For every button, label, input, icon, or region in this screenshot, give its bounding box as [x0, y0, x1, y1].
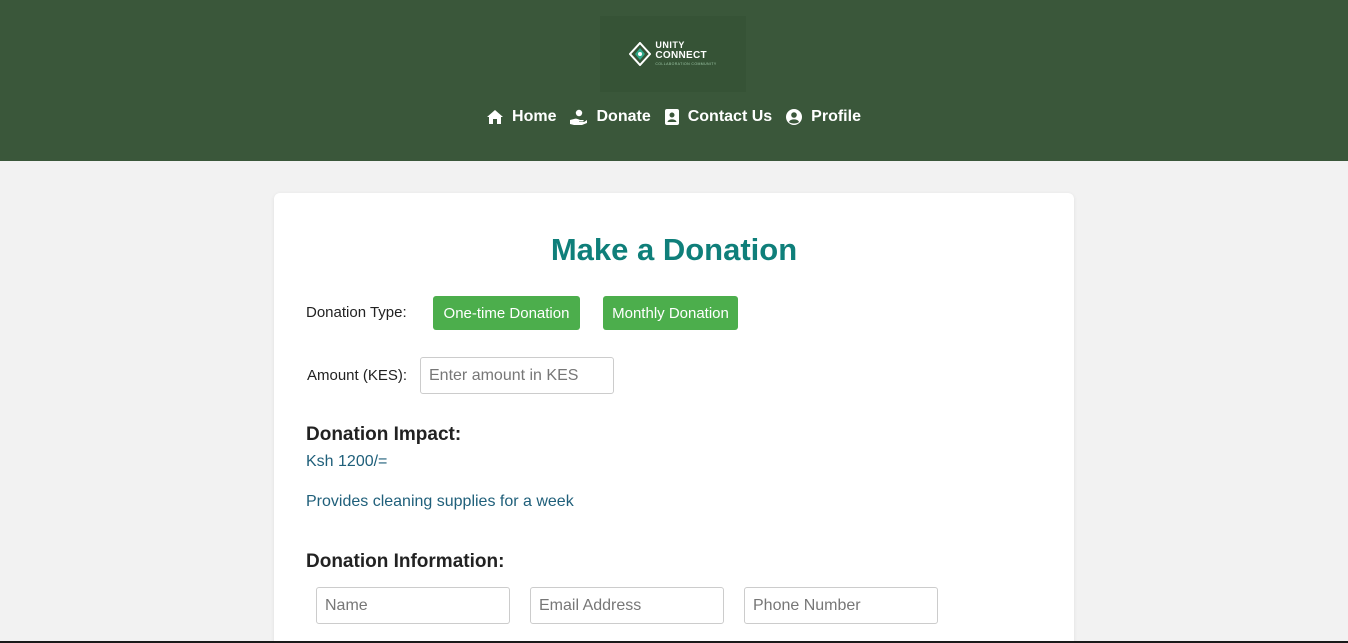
main-nav: Home Donate Contact Us Profile: [0, 108, 1348, 126]
nav-label-donate: Donate: [596, 108, 651, 125]
impact-heading: Donation Impact:: [306, 424, 462, 445]
logo-text: UNITY CONNECT COLLABORATION COMMUNITY: [655, 41, 716, 67]
nav-label-profile: Profile: [811, 108, 861, 125]
email-input[interactable]: [530, 587, 724, 624]
logo-inner: UNITY CONNECT COLLABORATION COMMUNITY: [629, 41, 716, 67]
nav-item-home[interactable]: Home: [487, 108, 556, 126]
info-heading: Donation Information:: [306, 551, 505, 572]
nav-item-contact[interactable]: Contact Us: [664, 108, 773, 126]
nav-label-home: Home: [512, 108, 557, 125]
impact-description: Provides cleaning supplies for a week: [306, 493, 574, 510]
donation-type-label: Donation Type:: [306, 304, 407, 321]
amount-input[interactable]: [420, 357, 614, 394]
logo-line-3: COLLABORATION COMMUNITY: [655, 62, 717, 67]
contact-book-icon: [664, 109, 679, 125]
logo-mark-icon: [629, 42, 652, 66]
impact-amount: Ksh 1200/=: [306, 453, 388, 470]
one-time-donation-button[interactable]: One-time Donation: [433, 296, 580, 330]
nav-label-contact: Contact Us: [687, 108, 773, 125]
home-icon: [487, 110, 504, 124]
nav-item-donate[interactable]: Donate: [570, 108, 651, 126]
user-circle-icon: [786, 109, 803, 125]
name-input[interactable]: [316, 587, 510, 624]
donate-hand-icon: [570, 109, 588, 125]
phone-input[interactable]: [744, 587, 938, 624]
nav-item-profile[interactable]: Profile: [786, 108, 861, 126]
logo-line-1: UNITY: [655, 40, 685, 51]
logo-line-2: CONNECT: [655, 50, 707, 62]
amount-label: Amount (KES):: [307, 367, 408, 384]
site-header: UNITY CONNECT COLLABORATION COMMUNITY Ho…: [0, 0, 1348, 161]
page-title: Make a Donation: [550, 232, 798, 267]
logo[interactable]: UNITY CONNECT COLLABORATION COMMUNITY: [600, 16, 746, 92]
monthly-donation-button[interactable]: Monthly Donation: [603, 296, 738, 330]
